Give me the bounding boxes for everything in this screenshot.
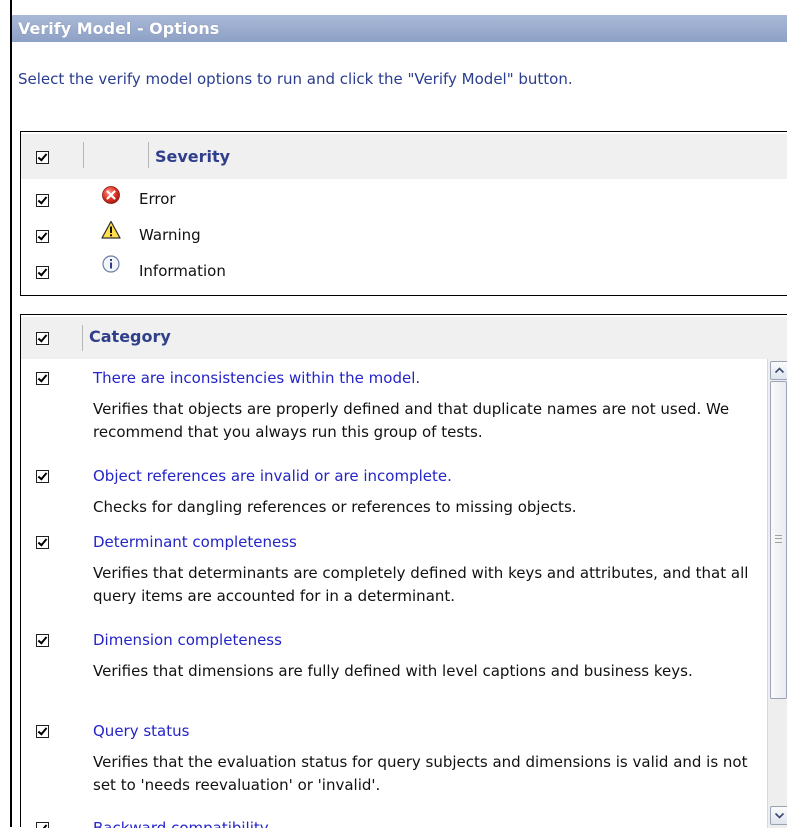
category-description: Verifies that the evaluation status for … — [93, 753, 748, 794]
dialog-title: Verify Model - Options — [12, 15, 787, 42]
warning-label: Warning — [139, 226, 201, 244]
category-panel: Category There are inconsistencies withi… — [20, 314, 787, 828]
category-title[interactable]: There are inconsistencies within the mod… — [93, 369, 420, 387]
category-title[interactable]: Object references are invalid or are inc… — [93, 467, 452, 485]
category-description: Verifies that determinants are completel… — [93, 564, 749, 605]
information-label: Information — [139, 262, 226, 280]
category-title[interactable]: Query status — [93, 722, 189, 740]
category-header: Category — [21, 317, 787, 359]
category-description: Checks for dangling references or refere… — [93, 498, 577, 516]
category-checkbox[interactable] — [36, 536, 49, 549]
category-header-label: Category — [89, 327, 171, 346]
information-icon — [102, 255, 120, 273]
severity-row-warning: Warning — [21, 217, 787, 253]
category-checkbox[interactable] — [36, 634, 49, 647]
category-description: Verifies that objects are properly defin… — [93, 400, 730, 441]
category-select-all-checkbox[interactable] — [36, 332, 49, 345]
category-title[interactable]: Dimension completeness — [93, 631, 282, 649]
chevron-down-icon — [774, 812, 785, 819]
category-list: There are inconsistencies within the mod… — [21, 359, 761, 828]
category-checkbox[interactable] — [36, 822, 49, 828]
scrollbar-thumb[interactable] — [770, 381, 787, 699]
chevron-up-icon — [774, 367, 785, 374]
severity-row-information: Information — [21, 253, 787, 289]
column-separator — [83, 142, 84, 168]
error-checkbox[interactable] — [36, 194, 49, 207]
scroll-up-button[interactable] — [770, 361, 787, 380]
warning-icon — [101, 220, 121, 239]
error-icon — [102, 186, 120, 204]
instruction-text: Select the verify model options to run a… — [18, 70, 573, 88]
category-title[interactable]: Determinant completeness — [93, 533, 297, 551]
column-separator — [148, 142, 149, 168]
warning-checkbox[interactable] — [36, 230, 49, 243]
information-checkbox[interactable] — [36, 266, 49, 279]
scroll-down-button[interactable] — [770, 806, 787, 825]
severity-panel: Severity Error Warning Information — [20, 131, 787, 296]
category-scrollbar[interactable] — [767, 359, 787, 828]
severity-header-label: Severity — [155, 147, 231, 166]
column-separator — [82, 325, 83, 351]
severity-header: Severity — [21, 134, 787, 179]
category-checkbox[interactable] — [36, 372, 49, 385]
grip-icon — [775, 535, 782, 543]
severity-row-error: Error — [21, 181, 787, 217]
severity-select-all-checkbox[interactable] — [36, 151, 49, 164]
error-label: Error — [139, 190, 176, 208]
category-checkbox[interactable] — [36, 725, 49, 738]
verify-model-options-dialog: Verify Model - Options Select the verify… — [10, 0, 787, 828]
category-checkbox[interactable] — [36, 470, 49, 483]
category-description: Verifies that dimensions are fully defin… — [93, 662, 693, 680]
